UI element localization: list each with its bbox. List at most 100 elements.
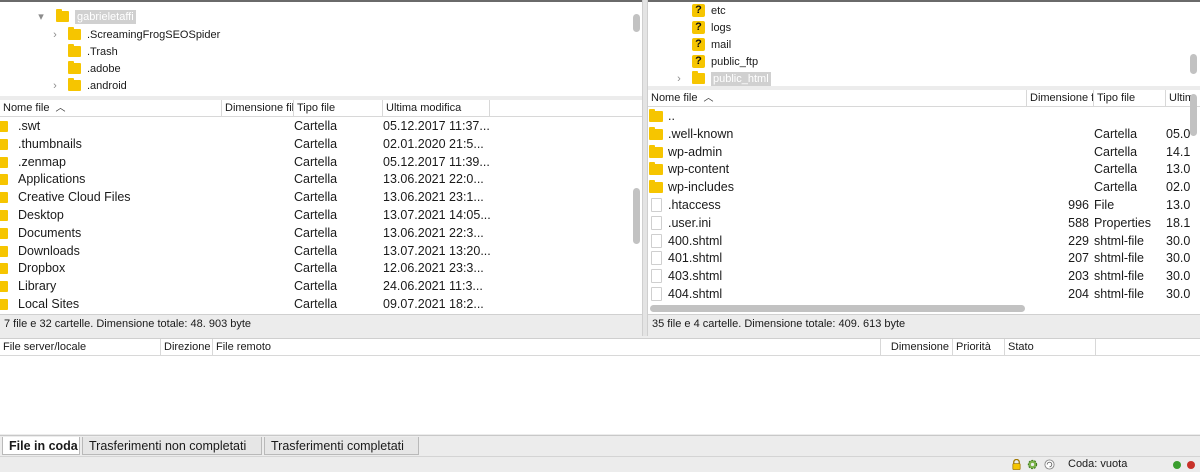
table-row[interactable]: .. [648,107,1200,125]
folder-icon [0,121,8,132]
file-modified: 13.07.2021 13:20... [383,243,491,258]
queue-column-direction[interactable]: Direzione [161,339,213,356]
bottom-status-bar: Coda: vuota [0,456,1200,472]
tree-item-mail[interactable]: ? mail [692,36,731,53]
queue-column-server-local[interactable]: File server/locale [0,339,161,356]
tree-item-screamingfrog[interactable]: › .ScreamingFrogSEOSpider [50,26,220,43]
file-modified: 13.0 [1166,162,1191,177]
tab-failed-transfers[interactable]: Trasferimenti non completati [82,437,262,455]
folder-icon [0,210,8,221]
table-row[interactable]: 404.shtml 204 shtml-file 30.0 [648,285,1200,303]
column-header-size[interactable]: Dimensione file [222,100,294,117]
file-name: Desktop [18,208,64,222]
column-header-name[interactable]: Nome file ︿ [648,90,1027,107]
tree-item-public-ftp[interactable]: ? public_ftp [692,53,758,70]
file-type: shtml-file [1094,233,1145,248]
table-row[interactable]: wp-includes Cartella 02.0 [648,178,1200,196]
file-name: .htaccess [668,198,721,212]
file-type: Properties [1094,215,1151,230]
tree-item-logs[interactable]: ? logs [692,19,731,36]
tree-item-adobe[interactable]: .adobe [68,60,121,77]
file-name: wp-admin [668,144,723,159]
table-row[interactable]: Library Cartella 24.06.2021 11:3... [0,277,642,295]
table-row[interactable]: .zenmap Cartella 05.12.2017 11:39... [0,153,642,171]
remote-tree-scrollbar[interactable] [1190,54,1197,74]
lock-icon[interactable] [1011,459,1022,470]
file-modified: 18.1 [1166,215,1191,230]
file-size [1027,178,1089,196]
receive-indicator-icon [1187,461,1195,469]
tree-item-label: logs [711,21,732,34]
tree-item-trash[interactable]: .Trash [68,43,118,60]
table-row[interactable]: Local Sites Cartella 09.07.2021 18:2... [0,295,642,313]
queue-column-priority[interactable]: Priorità [953,339,1005,356]
tree-item-gabrieletaffi[interactable]: ▾ gabrieletaffi [36,8,136,25]
remote-status-text: 35 file e 4 cartelle. Dimensione totale:… [648,314,1200,332]
file-name: .user.ini [668,215,712,230]
table-row[interactable]: Dropbox Cartella 12.06.2021 23:3... [0,259,642,277]
folder-icon [692,71,705,84]
table-row[interactable]: .well-known Cartella 05.0 [648,125,1200,143]
table-row[interactable]: Creative Cloud Files Cartella 13.06.2021 2… [0,188,642,206]
file-modified: 30.0 [1166,269,1191,284]
file-size: 204 [1068,287,1089,301]
table-row[interactable]: wp-admin Cartella 14.1 [648,143,1200,161]
file-icon [651,215,662,230]
table-row[interactable]: wp-content Cartella 13.0 [648,160,1200,178]
table-row[interactable]: 400.shtml 229 shtml-file 30.0 [648,232,1200,250]
file-modified: 30.0 [1166,233,1191,248]
table-row[interactable]: 401.shtml 207 shtml-file 30.0 [648,249,1200,267]
tree-item-public-html[interactable]: › public_html [674,70,771,86]
tab-successful-transfers[interactable]: Trasferimenti completati [264,437,419,455]
file-type: Cartella [294,119,338,133]
column-header-modified[interactable]: Ultima modifica [383,100,490,117]
chevron-right-icon[interactable]: › [50,29,60,41]
speed-limit-icon[interactable] [1044,459,1055,470]
table-row[interactable]: .htaccess 996 File 13.0 [648,196,1200,214]
table-row[interactable]: Applications Cartella 13.06.2021 22:0... [0,170,642,188]
remote-list-scrollbar[interactable] [1190,94,1197,136]
transfer-queue: File server/locale Direzione File remoto… [0,338,1200,434]
table-row[interactable]: .thumbnails Cartella 02.01.2020 21:5... [0,135,642,153]
chevron-down-icon[interactable]: ▾ [36,10,46,23]
file-type: Cartella [1094,162,1138,177]
file-size: 588 [1068,215,1089,230]
column-header-type[interactable]: Tipo file [1094,90,1166,107]
file-type: Cartella [294,154,338,169]
chevron-right-icon[interactable]: › [674,73,684,85]
table-row[interactable]: Desktop Cartella 13.07.2021 14:05... [0,206,642,224]
local-tree-scrollbar[interactable] [633,14,640,32]
table-row[interactable]: .user.ini 588 Properties 18.1 [648,214,1200,232]
tree-item-android[interactable]: › .android [50,77,127,94]
column-header-type[interactable]: Tipo file [294,100,383,117]
file-modified: 09.07.2021 18:2... [383,297,484,311]
file-name: wp-content [668,162,730,177]
table-row[interactable]: Documents Cartella 13.06.2021 22:3... [0,224,642,242]
folder-icon [68,44,81,57]
tab-queued-files[interactable]: File in coda [2,437,80,455]
folder-icon [0,192,8,204]
chevron-right-icon[interactable]: › [50,80,60,92]
file-modified: 13.06.2021 22:3... [383,225,484,240]
file-size [1027,160,1089,178]
file-name: 404.shtml [668,287,723,301]
gear-icon[interactable] [1027,459,1038,470]
local-list-scrollbar[interactable] [633,188,640,244]
queue-column-remote[interactable]: File remoto [213,339,881,356]
file-size: 996 [1068,198,1089,212]
table-row[interactable]: Downloads Cartella 13.07.2021 13:20... [0,242,642,260]
file-modified: 13.07.2021 14:05... [383,208,491,222]
queue-column-size[interactable]: Dimensione [881,339,953,356]
file-type: Cartella [294,136,338,151]
table-row[interactable]: .swt Cartella 05.12.2017 11:37... [0,117,642,135]
folder-icon [0,281,8,293]
column-header-name[interactable]: Nome file ︿ [0,100,222,117]
queue-column-status[interactable]: Stato [1005,339,1096,356]
remote-list-hscrollbar[interactable] [650,305,1025,312]
table-row[interactable]: 403.shtml 203 shtml-file 30.0 [648,267,1200,285]
file-modified: 14.1 [1166,144,1191,159]
file-modified: 24.06.2021 11:3... [383,279,483,294]
column-header-size[interactable]: Dimensione fi [1027,90,1094,107]
file-name: Documents [18,225,82,240]
tree-item-etc[interactable]: ? etc [692,2,726,19]
